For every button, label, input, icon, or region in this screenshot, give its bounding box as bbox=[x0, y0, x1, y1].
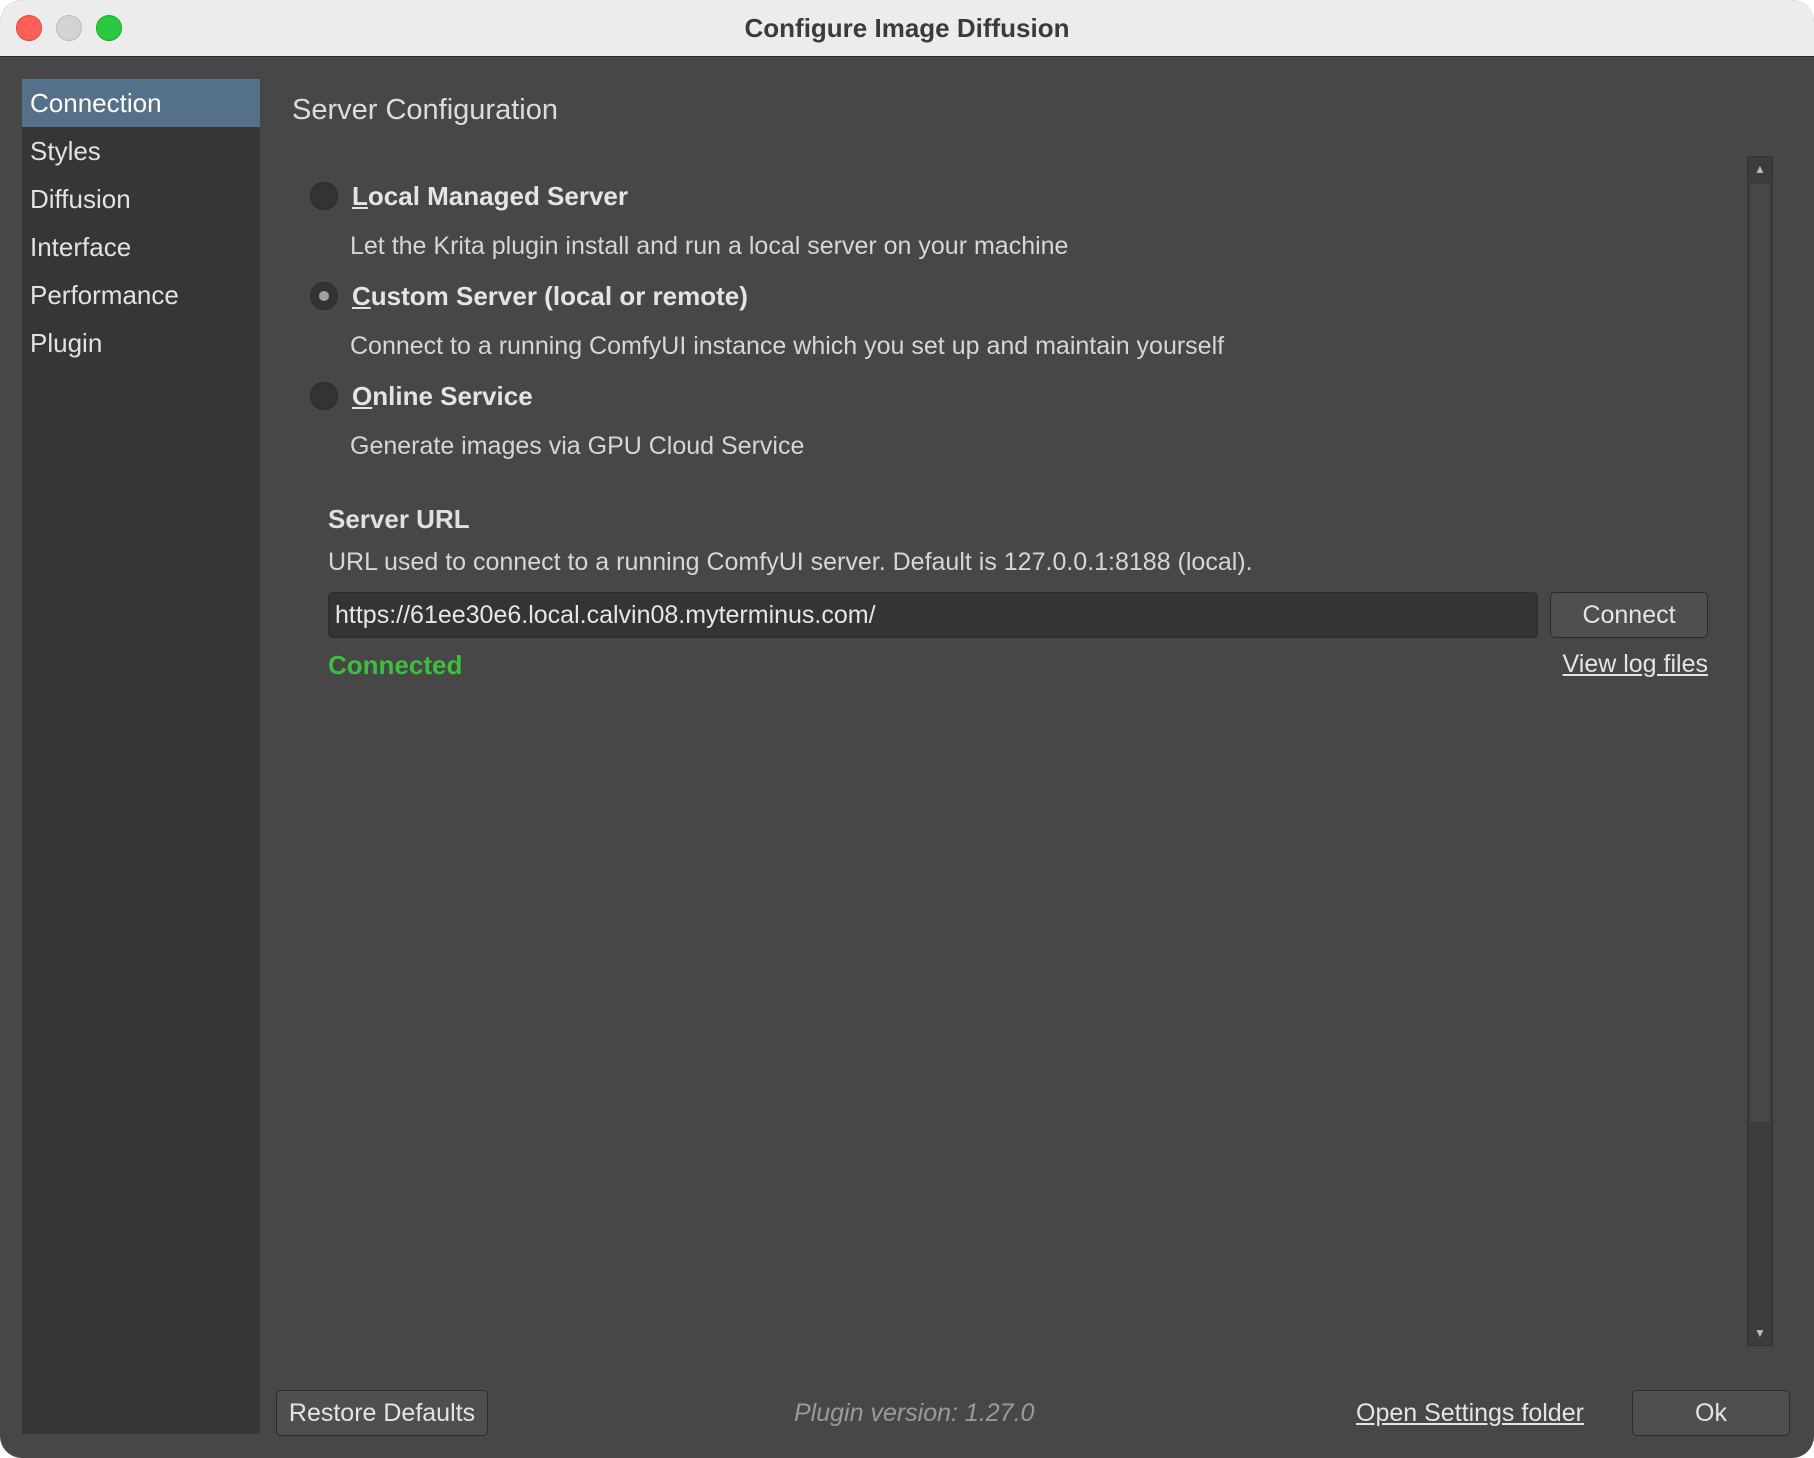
dialog-footer: Restore Defaults Plugin version: 1.27.0 … bbox=[260, 1386, 1814, 1458]
plugin-version-label: Plugin version: 1.27.0 bbox=[794, 1399, 1035, 1427]
custom-server-label: Custom Server (local or remote) bbox=[352, 281, 748, 312]
local-managed-server-label: Local Managed Server bbox=[352, 181, 628, 212]
window-title: Configure Image Diffusion bbox=[744, 13, 1070, 43]
custom-server-option[interactable]: Custom Server (local or remote) bbox=[310, 276, 748, 316]
sidebar-item-connection[interactable]: Connection bbox=[22, 79, 260, 127]
view-log-files-link[interactable]: View log files bbox=[1552, 650, 1708, 679]
ok-button[interactable]: Ok bbox=[1632, 1390, 1790, 1436]
server-url-help-text: URL used to connect to a running ComfyUI… bbox=[328, 548, 1253, 576]
sidebar-item-performance[interactable]: Performance bbox=[22, 271, 260, 319]
restore-defaults-button[interactable]: Restore Defaults bbox=[276, 1390, 488, 1436]
custom-server-radio[interactable] bbox=[310, 282, 338, 310]
settings-sidebar: Connection Styles Diffusion Interface Pe… bbox=[22, 79, 260, 1434]
label-text: ocal Managed Server bbox=[367, 180, 629, 211]
online-service-radio[interactable] bbox=[310, 382, 338, 410]
sidebar-item-styles[interactable]: Styles bbox=[22, 127, 260, 175]
label-text: nline Service bbox=[372, 380, 533, 411]
title-bar: Configure Image Diffusion bbox=[0, 0, 1814, 57]
local-managed-server-description: Let the Krita plugin install and run a l… bbox=[350, 232, 1069, 260]
local-managed-server-option[interactable]: Local Managed Server bbox=[310, 176, 628, 216]
dialog-window: Configure Image Diffusion Connection Sty… bbox=[0, 0, 1814, 1458]
sidebar-item-interface[interactable]: Interface bbox=[22, 223, 260, 271]
local-managed-server-radio[interactable] bbox=[310, 182, 338, 210]
mnemonic-letter: O bbox=[352, 380, 373, 411]
server-url-input[interactable] bbox=[328, 592, 1538, 638]
connection-status: Connected bbox=[328, 650, 463, 680]
vertical-scrollbar[interactable]: ▲ ▼ bbox=[1747, 156, 1773, 1346]
online-service-option[interactable]: Online Service bbox=[310, 376, 533, 416]
server-url-heading: Server URL bbox=[328, 504, 470, 534]
scroll-down-icon[interactable]: ▼ bbox=[1748, 1321, 1772, 1345]
connect-button[interactable]: Connect bbox=[1550, 592, 1708, 638]
custom-server-description: Connect to a running ComfyUI instance wh… bbox=[350, 332, 1225, 360]
open-settings-folder-link[interactable]: Open Settings folder bbox=[1356, 1390, 1584, 1436]
label-text: ustom Server (local or remote) bbox=[370, 280, 748, 311]
sidebar-item-diffusion[interactable]: Diffusion bbox=[22, 175, 260, 223]
mnemonic-letter: L bbox=[352, 180, 368, 211]
online-service-description: Generate images via GPU Cloud Service bbox=[350, 432, 805, 460]
sidebar-item-plugin[interactable]: Plugin bbox=[22, 319, 260, 367]
mnemonic-letter: C bbox=[352, 280, 371, 311]
online-service-label: Online Service bbox=[352, 381, 533, 412]
scrollbar-thumb[interactable] bbox=[1749, 183, 1771, 1123]
scroll-up-icon[interactable]: ▲ bbox=[1748, 157, 1772, 181]
connection-settings-panel: Server Configuration Local Managed Serve… bbox=[260, 56, 1814, 1386]
section-title: Server Configuration bbox=[292, 94, 558, 126]
